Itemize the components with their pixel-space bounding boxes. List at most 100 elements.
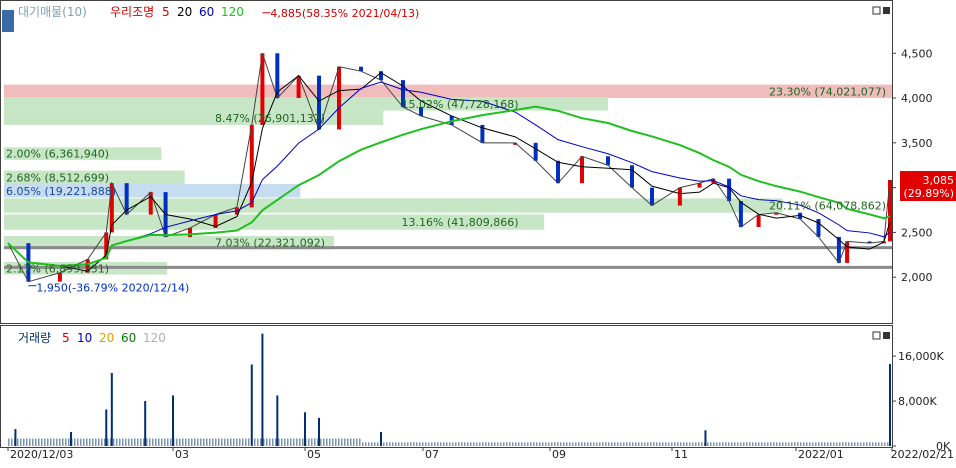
- volume-bar: [503, 442, 505, 446]
- volume-bar: [410, 442, 412, 446]
- volume-bar: [788, 442, 790, 446]
- volume-bar: [11, 438, 13, 446]
- volume-y-tick-label: 16,000K: [898, 350, 944, 363]
- volume-spike: [276, 395, 279, 446]
- volume-legend-item: 120: [143, 331, 166, 345]
- volume-bar: [437, 442, 439, 446]
- volume-bar: [275, 438, 277, 446]
- volume-bar: [617, 442, 619, 446]
- volume-bar: [620, 442, 622, 446]
- volume-bar: [524, 442, 526, 446]
- candle: [816, 218, 821, 237]
- price-band-label: 8.47% (26,901,132): [215, 112, 325, 125]
- volume-bar: [731, 442, 733, 446]
- volume-bar: [119, 438, 121, 446]
- volume-bar: [683, 442, 685, 446]
- volume-bar: [95, 438, 97, 446]
- volume-bar: [845, 442, 847, 446]
- volume-bar: [680, 442, 682, 446]
- volume-bar: [155, 438, 157, 446]
- volume-bar: [575, 442, 577, 446]
- volume-bar: [659, 442, 661, 446]
- volume-bar: [341, 438, 343, 446]
- volume-bar: [569, 442, 571, 446]
- volume-bar: [80, 438, 82, 446]
- volume-bar: [419, 442, 421, 446]
- volume-bar: [533, 442, 535, 446]
- volume-bar: [152, 438, 154, 446]
- volume-bar: [761, 442, 763, 446]
- volume-bar: [290, 438, 292, 446]
- volume-bar: [551, 442, 553, 446]
- volume-bar: [242, 438, 244, 446]
- volume-bar: [281, 438, 283, 446]
- volume-bar: [53, 438, 55, 446]
- volume-bar: [185, 438, 187, 446]
- volume-bar: [806, 442, 808, 446]
- volume-bar: [431, 442, 433, 446]
- current-price-label: 3,085: [923, 174, 955, 187]
- volume-bar: [869, 442, 871, 446]
- x-tick-label: 03: [175, 448, 189, 461]
- background: [0, 0, 956, 464]
- volume-bar: [434, 442, 436, 446]
- volume-bar: [746, 442, 748, 446]
- volume-bar: [488, 442, 490, 446]
- volume-bar: [716, 442, 718, 446]
- price-band-label: 13.16% (41,809,866): [401, 216, 518, 229]
- volume-bar: [713, 442, 715, 446]
- price-band-label: 15.02% (47,728,168): [401, 98, 518, 111]
- volume-bar: [194, 438, 196, 446]
- volume-bar: [122, 438, 124, 446]
- volume-bar: [74, 438, 76, 446]
- volume-bar: [671, 442, 673, 446]
- volume-bar: [338, 438, 340, 446]
- volume-bar: [371, 442, 373, 446]
- volume-bar: [542, 442, 544, 446]
- volume-bar: [851, 442, 853, 446]
- volume-bar: [674, 442, 676, 446]
- volume-bar: [269, 438, 271, 446]
- volume-bar: [872, 442, 874, 446]
- price-band-label: 7.03% (22,321,092): [215, 237, 325, 250]
- volume-bar: [641, 442, 643, 446]
- price-legend-item: 120: [221, 5, 244, 19]
- volume-bar: [308, 438, 310, 446]
- volume-bar: [284, 438, 286, 446]
- volume-bar: [191, 438, 193, 446]
- volume-bar: [98, 438, 100, 446]
- volume-bar: [512, 442, 514, 446]
- volume-bar: [32, 438, 34, 446]
- volume-bar: [203, 438, 205, 446]
- volume-bar: [665, 442, 667, 446]
- volume-bar: [812, 442, 814, 446]
- volume-bar: [767, 442, 769, 446]
- price-band-label: 6.05% (19,221,888): [6, 185, 116, 198]
- volume-bar: [368, 442, 370, 446]
- volume-legend-item: 5: [62, 331, 70, 345]
- volume-bar: [116, 438, 118, 446]
- volume-bar: [755, 442, 757, 446]
- volume-spike: [172, 395, 174, 446]
- volume-bar: [839, 442, 841, 446]
- volume-bar: [257, 438, 259, 446]
- volume-bar: [884, 442, 886, 446]
- volume-bar: [329, 438, 331, 446]
- price-band-label: 2.17% (6,899,331): [6, 262, 109, 275]
- candle: [533, 142, 538, 161]
- volume-bar: [818, 442, 820, 446]
- volume-spike: [318, 417, 320, 446]
- volume-legend-item: 60: [121, 331, 136, 345]
- volume-bar: [266, 438, 268, 446]
- volume-bar: [77, 438, 79, 446]
- volume-bar: [374, 442, 376, 446]
- volume-bar: [446, 442, 448, 446]
- volume-bar: [392, 442, 394, 446]
- volume-spike: [250, 364, 253, 446]
- price-legend-item: 5: [162, 5, 170, 19]
- price-y-tick-label: 2,500: [901, 226, 933, 239]
- volume-bar: [548, 442, 550, 446]
- volume-bar: [230, 438, 232, 446]
- volume-bar: [452, 442, 454, 446]
- volume-bar: [758, 442, 760, 446]
